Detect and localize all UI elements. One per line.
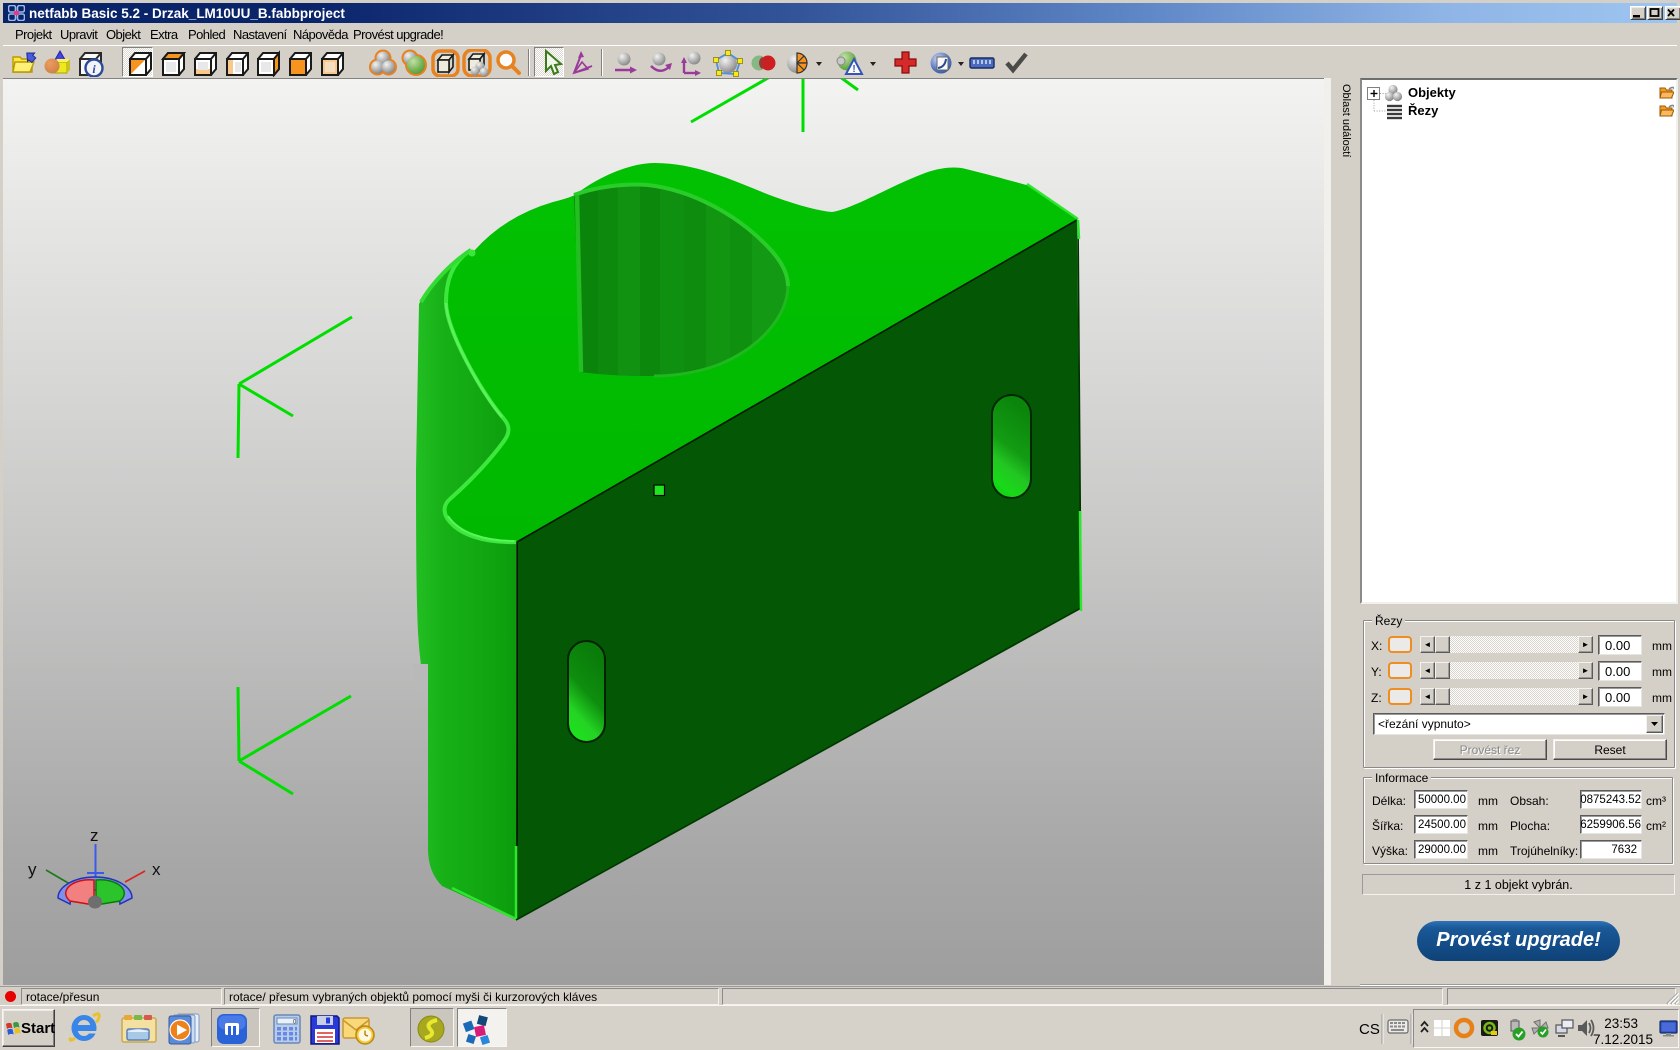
svg-text:CS: CS [1359,1021,1380,1038]
svg-text:y: y [28,860,37,879]
svg-text:!: ! [852,64,855,75]
svg-text:x: x [152,860,161,879]
svg-text:z: z [90,826,99,845]
